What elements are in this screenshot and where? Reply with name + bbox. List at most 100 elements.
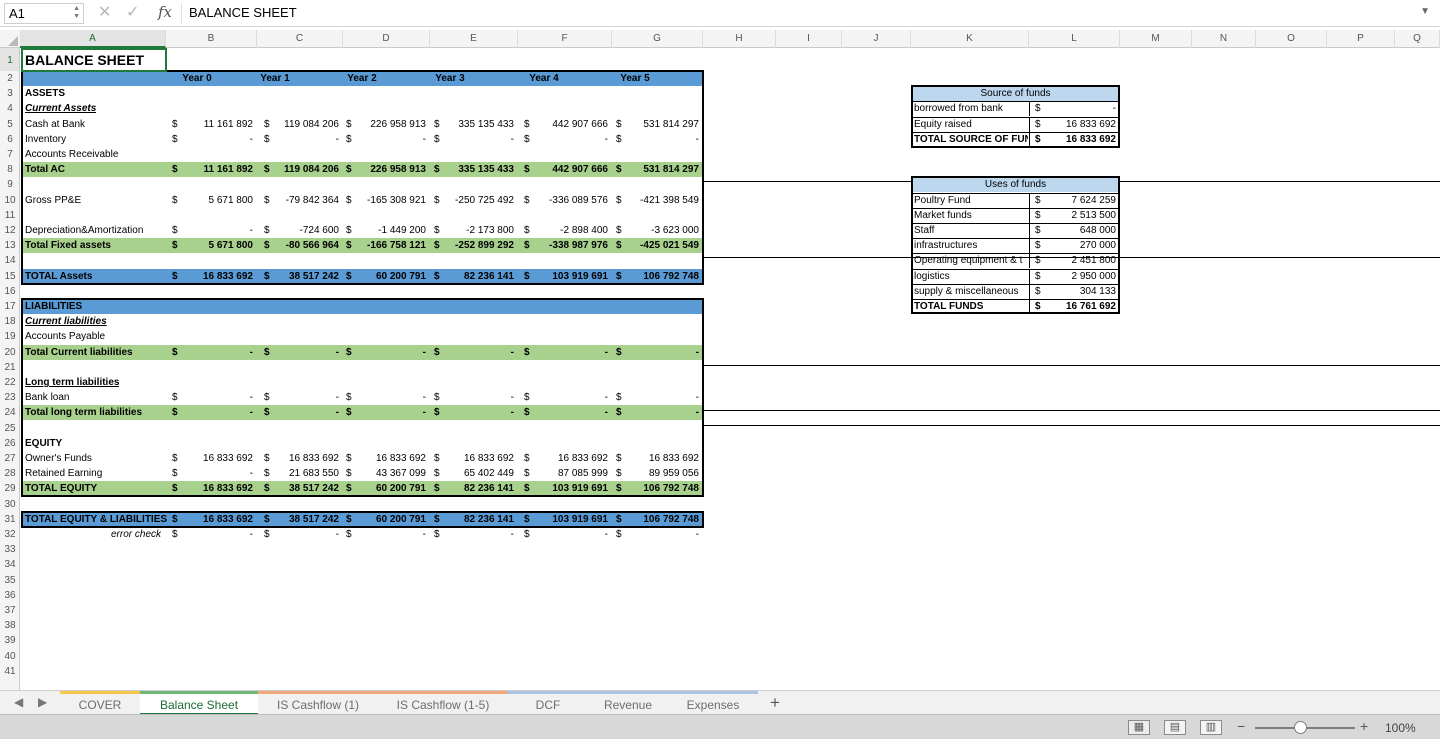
value-cell[interactable]: 531 814 297 (624, 162, 699, 177)
value-cell[interactable]: 442 907 666 (532, 117, 608, 132)
value-cell[interactable]: -166 758 121 (354, 238, 426, 253)
prev-sheet-icon[interactable]: ◀ (14, 695, 23, 709)
value-cell[interactable]: 103 919 691 (532, 269, 608, 284)
value-cell[interactable]: -80 566 964 (272, 238, 339, 253)
row-header[interactable]: 34 (0, 557, 19, 572)
value-cell[interactable]: - (442, 132, 514, 147)
row-header[interactable]: 21 (0, 360, 19, 375)
column-header[interactable]: F (518, 30, 612, 48)
stepper-arrows-icon[interactable]: ▲ ▼ (73, 5, 80, 21)
row-header[interactable]: 17 (0, 299, 19, 314)
row-header[interactable]: 8 (0, 162, 19, 177)
column-header[interactable]: Q (1395, 30, 1440, 48)
row-header[interactable]: 5 (0, 117, 19, 132)
row-header[interactable]: 37 (0, 603, 19, 618)
value-cell[interactable]: - (442, 345, 514, 360)
value-cell[interactable]: -165 308 921 (354, 193, 426, 208)
value-cell[interactable]: 82 236 141 (442, 269, 514, 284)
column-header[interactable]: B (166, 30, 257, 48)
column-header[interactable]: J (842, 30, 911, 48)
row-header[interactable]: 35 (0, 573, 19, 588)
cancel-icon[interactable]: ✕ (98, 3, 111, 23)
sheet-tab[interactable]: Balance Sheet (140, 691, 258, 715)
value-cell[interactable]: 38 517 242 (272, 512, 339, 527)
value-cell[interactable]: 16 833 692 (272, 451, 339, 466)
row-header[interactable]: 24 (0, 405, 19, 420)
source-of-funds-row-value[interactable]: 16 833 692 (1043, 132, 1116, 147)
column-header[interactable]: G (612, 30, 703, 48)
value-cell[interactable]: 21 683 550 (272, 466, 339, 481)
name-box[interactable]: A1 ▲ ▼ (4, 3, 84, 24)
value-cell[interactable]: - (180, 345, 253, 360)
value-cell[interactable]: 60 200 791 (354, 512, 426, 527)
value-cell[interactable]: - (532, 405, 608, 420)
row-header[interactable]: 33 (0, 542, 19, 557)
value-cell[interactable]: 43 367 099 (354, 466, 426, 481)
value-cell[interactable]: 106 792 748 (624, 512, 699, 527)
row-header[interactable]: 14 (0, 253, 19, 268)
value-cell[interactable]: - (180, 466, 253, 481)
value-cell[interactable]: - (624, 390, 699, 405)
row-header[interactable]: 22 (0, 375, 19, 390)
value-cell[interactable]: 103 919 691 (532, 481, 608, 496)
row-header[interactable]: 6 (0, 132, 19, 147)
value-cell[interactable]: 103 919 691 (532, 512, 608, 527)
value-cell[interactable]: 5 671 800 (180, 238, 254, 253)
uses-of-funds-row-value[interactable]: 2 950 000 (1043, 269, 1117, 284)
uses-of-funds-row-value[interactable]: 648 000 (1043, 223, 1116, 238)
row-header[interactable]: 12 (0, 223, 19, 238)
value-cell[interactable]: - (272, 390, 339, 405)
value-cell[interactable]: 16 833 692 (180, 512, 253, 527)
value-cell[interactable]: 16 833 692 (180, 481, 253, 496)
value-cell[interactable]: 119 084 206 (272, 117, 339, 132)
row-header[interactable]: 28 (0, 466, 19, 481)
value-cell[interactable]: -252 899 292 (442, 238, 514, 253)
value-cell[interactable]: - (180, 405, 253, 420)
value-cell[interactable]: -425 021 549 (624, 238, 699, 253)
value-cell[interactable]: -421 398 549 (624, 193, 699, 208)
value-cell[interactable]: -250 725 492 (442, 193, 514, 208)
value-cell[interactable]: - (180, 527, 253, 542)
value-cell[interactable]: - (442, 527, 514, 542)
value-cell[interactable]: - (624, 345, 699, 360)
normal-view-icon[interactable]: ▦ (1128, 720, 1150, 735)
column-header[interactable]: E (430, 30, 518, 48)
uses-of-funds-row-value[interactable]: 2 451 800 (1043, 253, 1117, 268)
column-header[interactable]: I (776, 30, 842, 48)
column-header[interactable]: M (1120, 30, 1192, 48)
zoom-out-button[interactable]: − (1237, 718, 1245, 734)
value-cell[interactable]: - (532, 132, 608, 147)
value-cell[interactable]: - (354, 527, 426, 542)
value-cell[interactable]: 38 517 242 (272, 481, 339, 496)
value-cell[interactable]: 16 833 692 (442, 451, 514, 466)
value-cell[interactable]: 60 200 791 (354, 269, 426, 284)
value-cell[interactable]: 226 958 913 (354, 162, 426, 177)
sheet-tab[interactable]: COVER (60, 691, 140, 715)
row-header[interactable]: 41 (0, 664, 19, 679)
value-cell[interactable]: -2 898 400 (532, 223, 608, 238)
value-cell[interactable]: 11 161 892 (180, 162, 254, 177)
value-cell[interactable]: - (272, 527, 339, 542)
row-header[interactable]: 39 (0, 633, 19, 648)
value-cell[interactable]: -2 173 800 (442, 223, 514, 238)
row-header[interactable]: 20 (0, 345, 19, 360)
value-cell[interactable]: - (532, 390, 608, 405)
column-header[interactable]: D (343, 30, 430, 48)
value-cell[interactable]: -79 842 364 (272, 193, 339, 208)
column-header[interactable]: L (1029, 30, 1120, 48)
value-cell[interactable]: 60 200 791 (354, 481, 426, 496)
value-cell[interactable]: -724 600 (272, 223, 339, 238)
row-header[interactable]: 3 (0, 86, 19, 101)
function-icon[interactable]: fx (158, 3, 172, 21)
value-cell[interactable]: 16 833 692 (532, 451, 608, 466)
column-header[interactable]: K (911, 30, 1029, 48)
value-cell[interactable]: 82 236 141 (442, 512, 514, 527)
row-header[interactable]: 18 (0, 314, 19, 329)
row-header[interactable]: 4 (0, 101, 19, 116)
value-cell[interactable]: - (354, 132, 426, 147)
value-cell[interactable]: 16 833 692 (180, 269, 253, 284)
sheet-tab[interactable]: DCF (508, 691, 588, 715)
sheet-tab[interactable]: Expenses (668, 691, 758, 715)
value-cell[interactable]: - (532, 345, 608, 360)
page-layout-view-icon[interactable]: ▤ (1164, 720, 1186, 735)
